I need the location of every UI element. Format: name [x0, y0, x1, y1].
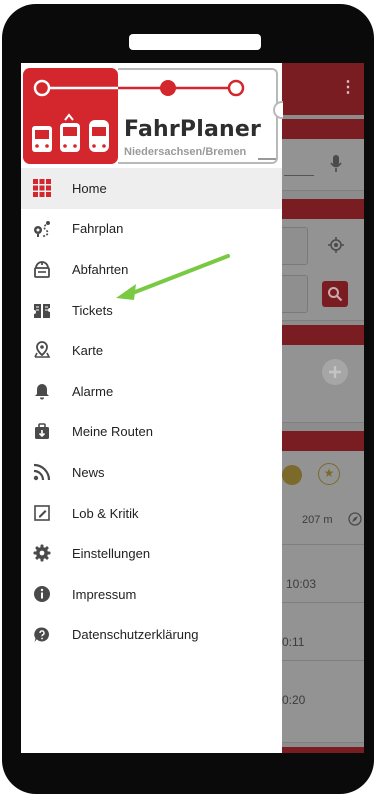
bell-icon [32, 381, 52, 401]
bg-departure-row[interactable]: 0:20 [282, 661, 364, 743]
bg-search-card [282, 139, 364, 191]
drawer-item-alarme[interactable]: Alarme [21, 371, 282, 412]
tickets-icon [32, 300, 52, 320]
drawer-item-lob-kritik[interactable]: Lob & Kritik [21, 493, 282, 534]
overflow-menu-icon[interactable]: ⋮ [340, 77, 356, 97]
bg-section-header [282, 431, 364, 451]
drawer-item-impressum[interactable]: Impressum [21, 574, 282, 615]
bg-to-field[interactable] [278, 275, 308, 313]
drawer-item-einstellungen[interactable]: Einstellungen [21, 533, 282, 574]
screen: ⋮ ★ 207 m 10:03 0:11 0:20 FahrPlaner Nie… [21, 63, 364, 753]
drawer-item-label: Einstellungen [72, 546, 151, 562]
route-line-icon [118, 79, 245, 97]
microphone-icon[interactable] [329, 154, 343, 174]
phone-speaker [129, 34, 261, 50]
compass-icon [348, 512, 362, 526]
drawer-header: FahrPlaner Niedersachsen/Bremen [21, 63, 283, 168]
bg-section-header [282, 325, 364, 345]
drawer-item-meine-routen[interactable]: Meine Routen [21, 412, 282, 453]
drawer-item-label: Impressum [72, 586, 137, 602]
gear-icon [32, 543, 52, 563]
logo-badge [23, 68, 118, 164]
bg-departure-row[interactable]: 10:03 [282, 545, 364, 603]
plus-icon [329, 366, 341, 378]
departure-board-icon [32, 259, 52, 279]
bg-distance: 207 m [302, 514, 333, 526]
bg-departure-row[interactable]: 0:11 [282, 603, 364, 661]
bus-filter-icon[interactable] [282, 465, 302, 485]
drawer-item-label: News [72, 464, 105, 480]
navigation-drawer: FahrPlaner Niedersachsen/Bremen Home Fah… [21, 63, 283, 753]
locate-icon[interactable] [328, 237, 344, 253]
drawer-item-label: Meine Routen [72, 424, 153, 440]
info-icon [32, 584, 52, 604]
bg-departure-time: 10:03 [286, 577, 317, 591]
bg-section-header [282, 199, 364, 219]
logo-underline [258, 158, 276, 160]
rss-icon [32, 462, 52, 482]
drawer-item-label: Karte [72, 343, 104, 359]
bg-route-card [278, 219, 364, 321]
drawer-item-label: Tickets [72, 302, 113, 318]
route-icon [32, 219, 52, 239]
drawer-item-news[interactable]: News [21, 452, 282, 493]
add-favorite-button[interactable] [322, 359, 348, 385]
bg-section-header [282, 119, 364, 139]
star-filter-icon[interactable]: ★ [318, 463, 340, 485]
bg-from-field[interactable] [278, 227, 308, 265]
map-pin-icon [32, 340, 52, 360]
search-button[interactable] [322, 281, 348, 307]
feedback-icon [32, 503, 52, 523]
vehicles-icon [32, 79, 118, 152]
annotation-arrow-icon [116, 254, 230, 300]
bg-section-header [282, 747, 364, 753]
app-name: FahrPlaner [124, 117, 262, 142]
phone-frame: ⋮ ★ 207 m 10:03 0:11 0:20 FahrPlaner Nie… [2, 4, 374, 794]
drawer-item-label: Lob & Kritik [72, 505, 139, 521]
drawer-item-label: Alarme [72, 383, 114, 399]
bg-departure-time: 0:20 [282, 693, 306, 707]
search-icon [328, 287, 343, 302]
grid-icon [32, 178, 52, 198]
privacy-icon [32, 625, 52, 645]
drawer-item-label: Datenschutzerklärung [72, 627, 199, 643]
drawer-item-karte[interactable]: Karte [21, 330, 282, 371]
bg-departure-time: 0:11 [282, 635, 305, 649]
app-subtitle: Niedersachsen/Bremen [124, 146, 247, 158]
drawer-item-datenschutz[interactable]: Datenschutzerklärung [21, 615, 282, 656]
bg-favorites-card [282, 345, 364, 423]
bg-nearby-card: ★ 207 m [282, 451, 364, 545]
saved-routes-icon [32, 422, 52, 442]
